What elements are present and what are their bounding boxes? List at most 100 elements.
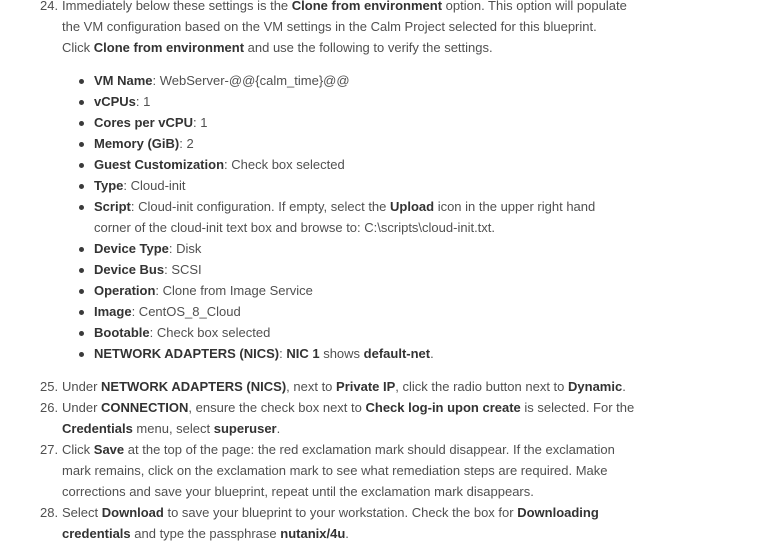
- bullet-text-line: Cores per vCPU: 1: [94, 114, 207, 135]
- text-run: .: [622, 379, 626, 394]
- instruction-document: 24. Immediately below these settings is t…: [0, 0, 769, 544]
- text-run: .: [276, 421, 281, 436]
- text-run: at the top of the page: the red exclamat…: [124, 442, 615, 457]
- text-run: and type the passphrase: [130, 526, 281, 541]
- bold-term: NIC 1: [286, 346, 320, 361]
- bullet-text-line: vCPUs: 1: [94, 93, 150, 114]
- bold-term: Clone from environment: [93, 40, 245, 55]
- bold-term: Credentials: [62, 421, 133, 436]
- text-run: : Check box selected: [224, 157, 345, 172]
- bold-term: Device Bus: [94, 262, 165, 277]
- text-run: menu, select: [132, 421, 214, 436]
- text-run: : Check box selected: [149, 325, 271, 340]
- bold-term: Downloading: [517, 505, 599, 520]
- bullet-dot-icon: [79, 268, 84, 273]
- bullet-text-line: Bootable: Check box selected: [94, 324, 270, 345]
- bold-term: Image: [94, 304, 132, 319]
- bold-term: Script: [94, 199, 131, 214]
- text-run: option. This option will populate: [442, 0, 627, 13]
- bold-term: Save: [93, 442, 125, 457]
- bullet-dot-icon: [79, 247, 84, 252]
- text-run: , ensure the check box next to: [188, 400, 366, 415]
- bullet-dot-icon: [79, 79, 84, 84]
- step-text-line: Select Download to save your blueprint t…: [62, 504, 599, 525]
- bullet-text-line: Script: Cloud-init configuration. If emp…: [94, 198, 595, 219]
- text-run: : 1: [192, 115, 208, 130]
- text-run: Under: [62, 379, 102, 394]
- text-run: : Cloud-init: [123, 178, 186, 193]
- bullet-text-line: Device Bus: SCSI: [94, 261, 202, 282]
- step-text-line: corrections and save your blueprint, rep…: [62, 483, 534, 504]
- bold-term: NETWORK ADAPTERS (NICS): [94, 346, 280, 361]
- step-text-line: Credentials menu, select superuser.: [62, 420, 280, 441]
- bold-term: Clone from environment: [291, 0, 443, 13]
- step-number: 25.: [40, 379, 59, 394]
- bullet-dot-icon: [79, 142, 84, 147]
- bold-term: Operation: [94, 283, 156, 298]
- text-run: Under: [62, 400, 102, 415]
- text-run: Select: [62, 505, 102, 520]
- bullet-text-line: Device Type: Disk: [94, 240, 201, 261]
- step-text-line: Click Save at the top of the page: the r…: [62, 441, 615, 462]
- bullet-text-line: Guest Customization: Check box selected: [94, 156, 345, 177]
- text-run: : WebServer-@@{calm_time}@@: [152, 73, 350, 88]
- bullet-dot-icon: [79, 121, 84, 126]
- bold-term: Guest Customization: [94, 157, 225, 172]
- bold-term: Device Type: [94, 241, 169, 256]
- bold-term: NETWORK ADAPTERS (NICS): [101, 379, 287, 394]
- text-run: .: [430, 346, 434, 361]
- bold-term: Type: [94, 178, 124, 193]
- bold-term: nutanix/4u: [280, 526, 346, 541]
- step-number: 26.: [40, 400, 59, 415]
- bullet-text-line: VM Name: WebServer-@@{calm_time}@@: [94, 72, 350, 93]
- step-number: 24.: [40, 0, 59, 13]
- text-run: mark remains, click on the exclamation m…: [62, 463, 608, 478]
- bullet-dot-icon: [79, 331, 84, 336]
- bold-term: credentials: [62, 526, 131, 541]
- text-run: : 1: [135, 94, 151, 109]
- step-text-line: Click Clone from environment and use the…: [62, 39, 493, 60]
- bullet-dot-icon: [79, 289, 84, 294]
- step-number: 28.: [40, 505, 59, 520]
- bold-term: CONNECTION: [101, 400, 189, 415]
- bullet-dot-icon: [79, 352, 84, 357]
- bold-term: Dynamic: [568, 379, 623, 394]
- step-text-line: Under CONNECTION, ensure the check box n…: [62, 399, 634, 420]
- step-text-line: the VM configuration based on the VM set…: [62, 18, 597, 39]
- bullet-dot-icon: [79, 163, 84, 168]
- text-run: : Clone from Image Service: [155, 283, 313, 298]
- text-run: , next to: [286, 379, 337, 394]
- text-run: the VM configuration based on the VM set…: [62, 19, 597, 34]
- text-run: : Cloud-init configuration. If empty, se…: [130, 199, 391, 214]
- text-run: icon in the upper right hand: [434, 199, 596, 214]
- bullet-text-line: Image: CentOS_8_Cloud: [94, 303, 241, 324]
- text-run: Click: [62, 40, 94, 55]
- step-text-line: credentials and type the passphrase nuta…: [62, 525, 349, 546]
- bold-term: Cores per vCPU: [94, 115, 193, 130]
- bold-term: Upload: [390, 199, 435, 214]
- bullet-dot-icon: [79, 184, 84, 189]
- text-run: , click the radio button next to: [395, 379, 569, 394]
- step-text-line: mark remains, click on the exclamation m…: [62, 462, 608, 483]
- step-number: 27.: [40, 442, 59, 457]
- text-run: corner of the cloud-init text box and br…: [94, 220, 496, 235]
- text-run: .: [345, 526, 349, 541]
- bullet-text-line: Type: Cloud-init: [94, 177, 186, 198]
- text-run: Immediately below these settings is the: [62, 0, 292, 13]
- bold-term: Memory (GiB): [94, 136, 180, 151]
- bold-term: default-net: [363, 346, 431, 361]
- bullet-text-line: Operation: Clone from Image Service: [94, 282, 313, 303]
- text-run: to save your blueprint to your workstati…: [163, 505, 518, 520]
- text-run: shows: [319, 346, 364, 361]
- bold-term: VM Name: [94, 73, 153, 88]
- bold-term: vCPUs: [94, 94, 136, 109]
- text-run: : CentOS_8_Cloud: [131, 304, 241, 319]
- text-run: is selected. For the: [520, 400, 635, 415]
- bullet-dot-icon: [79, 100, 84, 105]
- text-run: : 2: [179, 136, 194, 151]
- bold-term: superuser: [213, 421, 277, 436]
- step-text-line: Under NETWORK ADAPTERS (NICS), next to P…: [62, 378, 626, 399]
- bullet-text-line: corner of the cloud-init text box and br…: [94, 219, 495, 240]
- text-run: : Disk: [168, 241, 202, 256]
- text-run: and use the following to verify the sett…: [244, 40, 493, 55]
